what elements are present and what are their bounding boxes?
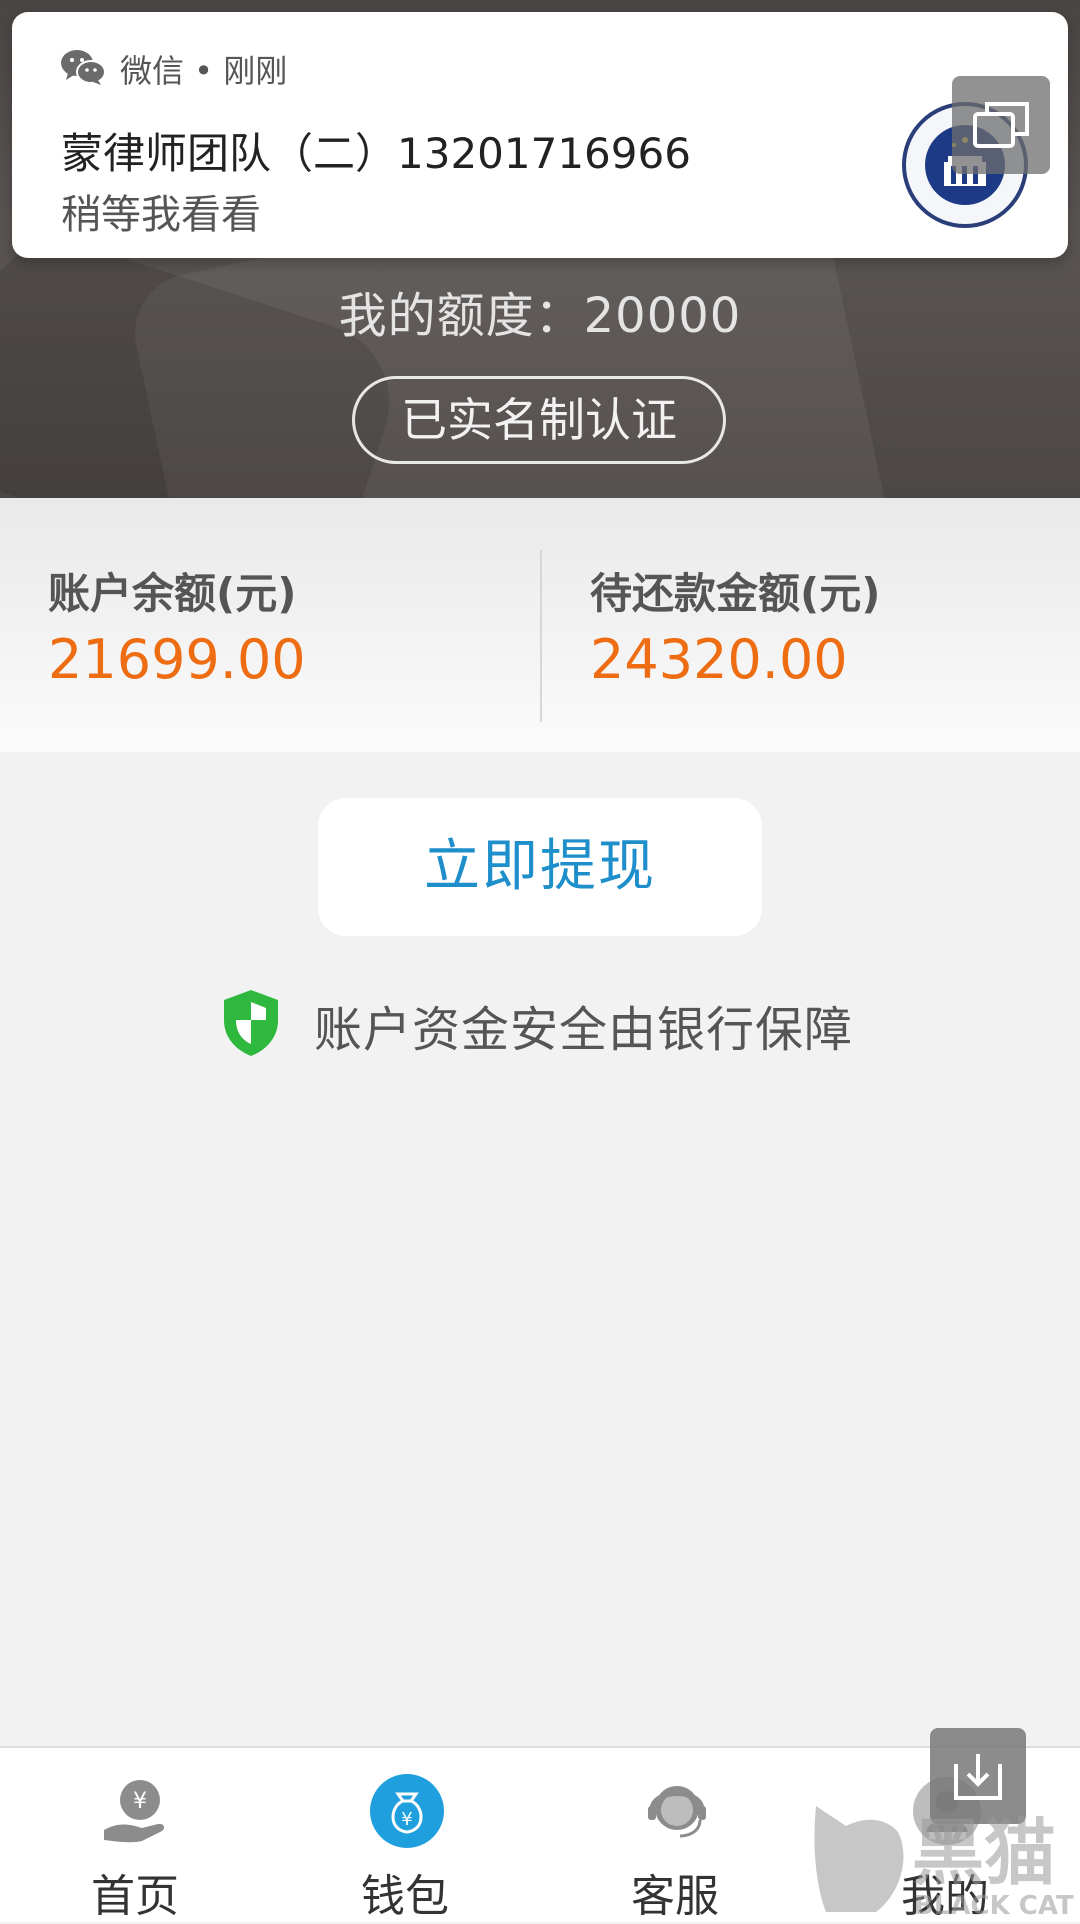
balance-panel: 账户余额(元) 21699.00 待还款金额(元) 24320.00 bbox=[0, 498, 1080, 752]
credit-quota: 我的额度：20000 bbox=[338, 288, 742, 344]
nav-item-customer-service[interactable]: 客服 bbox=[540, 1748, 810, 1922]
nav-item-home[interactable]: ¥ 首页 bbox=[0, 1748, 270, 1922]
download-icon bbox=[954, 1754, 1002, 1800]
pending-repayment-value: 24320.00 bbox=[590, 628, 848, 691]
wallet-bag-icon: ¥ bbox=[370, 1774, 444, 1848]
nav-label-home: 首页 bbox=[91, 1871, 179, 1922]
account-balance-value: 21699.00 bbox=[48, 628, 306, 691]
balance-divider bbox=[540, 550, 542, 722]
wechat-icon bbox=[60, 48, 106, 90]
nav-label-customer-service: 客服 bbox=[631, 1871, 719, 1922]
notification-title: 蒙律师团队（二）13201716966 bbox=[61, 129, 691, 178]
notification-message: 稍等我看看 bbox=[61, 192, 261, 238]
nav-item-wallet[interactable]: ¥ 钱包 bbox=[270, 1748, 540, 1922]
customer-service-icon bbox=[640, 1774, 714, 1848]
account-balance-label: 账户余额(元) bbox=[48, 569, 297, 618]
home-yen-icon: ¥ bbox=[100, 1774, 174, 1848]
svg-text:¥: ¥ bbox=[133, 1789, 147, 1814]
svg-text:¥: ¥ bbox=[401, 1809, 412, 1830]
overlap-windows-icon bbox=[973, 102, 1029, 148]
pending-repayment-label: 待还款金额(元) bbox=[590, 569, 881, 618]
shield-icon bbox=[220, 988, 282, 1062]
expand-window-button[interactable] bbox=[952, 76, 1050, 174]
watermark-en-text: BLACK CAT bbox=[914, 1891, 1074, 1920]
security-note: 账户资金安全由银行保障 bbox=[220, 988, 853, 1062]
withdraw-now-button[interactable]: 立即提现 bbox=[318, 798, 762, 936]
black-cat-watermark: 黑猫 BLACK CAT bbox=[806, 1796, 1080, 1921]
verified-badge-button[interactable]: 已实名制认证 bbox=[352, 376, 726, 464]
watermark-cn-text: 黑猫 bbox=[912, 1811, 1056, 1895]
security-note-text: 账户资金安全由银行保障 bbox=[314, 1002, 854, 1058]
notification-app-name: 微信 • 刚刚 bbox=[120, 52, 288, 90]
nav-label-wallet: 钱包 bbox=[361, 1871, 449, 1922]
wechat-notification[interactable]: 微信 • 刚刚 蒙律师团队（二）13201716966 稍等我看看 bbox=[12, 12, 1068, 258]
notification-header: 微信 • 刚刚 bbox=[60, 46, 287, 92]
